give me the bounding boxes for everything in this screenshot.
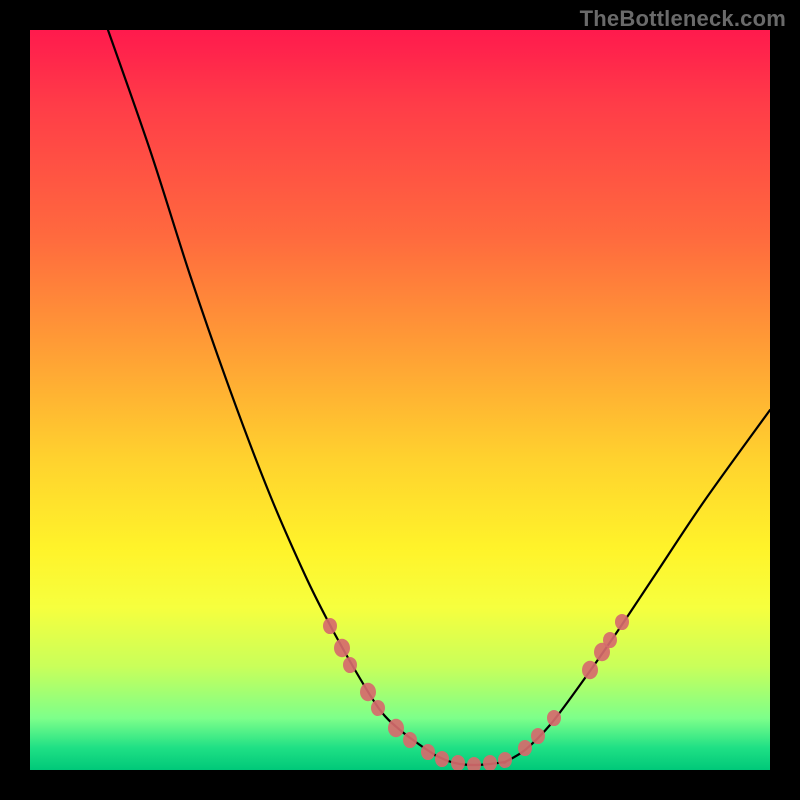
data-dot	[483, 755, 497, 770]
data-dot	[518, 740, 532, 756]
data-dot	[498, 752, 512, 768]
data-dots	[323, 614, 629, 770]
data-dot	[343, 657, 357, 673]
data-dot	[467, 757, 481, 770]
data-dot	[388, 719, 404, 737]
bottleneck-curve	[108, 30, 770, 765]
plot-area	[30, 30, 770, 770]
data-dot	[615, 614, 629, 630]
chart-frame: TheBottleneck.com	[0, 0, 800, 800]
data-dot	[451, 755, 465, 770]
watermark-text: TheBottleneck.com	[580, 6, 786, 32]
data-dot	[421, 744, 435, 760]
data-dot	[582, 661, 598, 679]
data-dot	[435, 751, 449, 767]
data-dot	[403, 732, 417, 748]
data-dot	[360, 683, 376, 701]
curve-layer	[30, 30, 770, 770]
data-dot	[371, 700, 385, 716]
data-dot	[603, 632, 617, 648]
data-dot	[531, 728, 545, 744]
data-dot	[323, 618, 337, 634]
data-dot	[334, 639, 350, 657]
data-dot	[547, 710, 561, 726]
